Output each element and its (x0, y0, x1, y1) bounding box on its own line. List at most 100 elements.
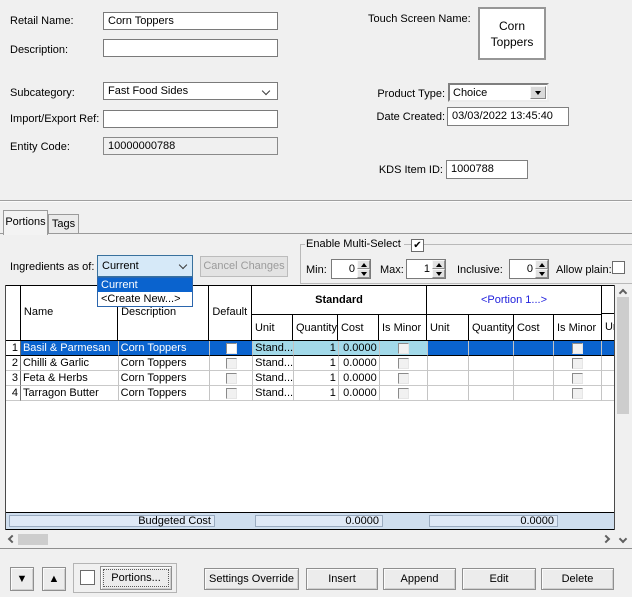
is-minor-checkbox[interactable] (398, 343, 409, 354)
allow-plain-checkbox[interactable] (612, 261, 625, 274)
cell-cost[interactable]: 0.0000 (339, 386, 380, 401)
is-minor-checkbox[interactable] (398, 388, 409, 399)
scroll-up-icon[interactable] (619, 289, 627, 297)
spin-up-button[interactable] (432, 260, 445, 269)
max-stepper[interactable]: 1 (406, 259, 446, 279)
scroll-down-icon[interactable] (619, 535, 627, 543)
is-minor-checkbox[interactable] (398, 373, 409, 384)
group-header-overflow (602, 286, 614, 314)
cell-name[interactable]: Chilli & Garlic (21, 356, 119, 371)
scroll-right-icon[interactable] (602, 535, 610, 543)
cell-quantity[interactable]: 1 (294, 371, 339, 386)
column-header-unit: Unit (252, 315, 293, 340)
cell-cost[interactable] (514, 356, 554, 371)
append-button[interactable]: Append (383, 568, 456, 590)
cell-name[interactable]: Basil & Parmesan (21, 341, 119, 356)
cell-overflow (602, 386, 614, 401)
cell-unit[interactable]: Stand... (253, 356, 294, 371)
cell-description[interactable]: Corn Toppers (119, 386, 211, 401)
subcategory-dropdown[interactable]: Fast Food Sides (103, 82, 278, 100)
import-export-ref-input[interactable] (103, 110, 278, 128)
cell-cost[interactable] (514, 371, 554, 386)
default-checkbox[interactable] (226, 358, 237, 369)
delete-button[interactable]: Delete (541, 568, 614, 590)
cell-quantity[interactable]: 1 (294, 356, 339, 371)
portions-button[interactable]: Portions... (100, 566, 172, 590)
cell-quantity[interactable]: 1 (294, 386, 339, 401)
cancel-changes-button[interactable]: Cancel Changes (200, 256, 288, 277)
cell-name[interactable]: Tarragon Butter (21, 386, 119, 401)
description-input[interactable] (103, 39, 278, 57)
cell-unit[interactable] (428, 356, 470, 371)
is-minor-checkbox[interactable] (572, 373, 583, 384)
cell-unit[interactable] (428, 341, 470, 356)
edit-button[interactable]: Edit (462, 568, 536, 590)
insert-button[interactable]: Insert (306, 568, 378, 590)
cell-description[interactable]: Corn Toppers (119, 341, 211, 356)
table-row[interactable]: 3 Feta & Herbs Corn Toppers Stand... 1 0… (6, 371, 614, 386)
is-minor-checkbox[interactable] (572, 358, 583, 369)
horizontal-scrollbar[interactable] (5, 532, 615, 547)
spin-up-button[interactable] (357, 260, 370, 269)
table-row[interactable]: 4 Tarragon Butter Corn Toppers Stand... … (6, 386, 614, 401)
default-checkbox[interactable] (226, 373, 237, 384)
product-type-dropdown[interactable]: Choice (448, 83, 549, 102)
min-stepper[interactable]: 0 (331, 259, 371, 279)
cell-quantity[interactable] (469, 341, 514, 356)
enable-multi-select-checkbox[interactable]: ✔ (411, 239, 424, 252)
column-header-quantity: Quantity (469, 315, 514, 340)
cell-overflow (602, 356, 614, 371)
cell-cost[interactable] (514, 386, 554, 401)
budgeted-cost-portion: 0.0000 (429, 515, 558, 527)
scroll-left-icon[interactable] (8, 535, 16, 543)
cell-quantity[interactable]: 1 (294, 341, 339, 356)
settings-override-button[interactable]: Settings Override (204, 568, 299, 590)
cell-unit[interactable] (428, 386, 470, 401)
cell-unit[interactable] (428, 371, 470, 386)
portions-checkbox[interactable] (80, 570, 95, 585)
vertical-scrollbar-thumb[interactable] (617, 297, 629, 414)
cell-quantity[interactable] (469, 371, 514, 386)
is-minor-checkbox[interactable] (398, 358, 409, 369)
caret-up-icon (539, 263, 545, 267)
cell-cost[interactable]: 0.0000 (339, 371, 380, 386)
cell-unit[interactable]: Stand... (253, 386, 294, 401)
tab-tags[interactable]: Tags (48, 214, 79, 234)
spin-up-button[interactable] (535, 260, 548, 269)
ingredients-dropdown-list: Current <Create New...> (97, 277, 193, 307)
retail-name-input[interactable] (103, 12, 278, 30)
cell-description[interactable]: Corn Toppers (119, 356, 211, 371)
table-row[interactable]: 2 Chilli & Garlic Corn Toppers Stand... … (6, 356, 614, 371)
spin-down-button[interactable] (535, 269, 548, 278)
ingredients-as-of-dropdown[interactable]: Current (97, 255, 193, 277)
cell-cost[interactable]: 0.0000 (339, 341, 380, 356)
dropdown-arrow-button[interactable] (530, 86, 546, 99)
default-checkbox[interactable] (226, 388, 237, 399)
vertical-scrollbar[interactable] (615, 285, 631, 547)
move-down-button[interactable]: ▼ (10, 567, 34, 591)
group-header-portion-1[interactable]: <Portion 1...> (427, 286, 602, 315)
cell-quantity[interactable] (469, 356, 514, 371)
inclusive-stepper[interactable]: 0 (509, 259, 549, 279)
touch-screen-name-preview[interactable]: Corn Toppers (478, 7, 546, 60)
move-up-button[interactable]: ▲ (42, 567, 66, 591)
cell-cost[interactable] (514, 341, 554, 356)
cell-unit[interactable]: Stand... (253, 371, 294, 386)
caret-down-icon (436, 272, 442, 276)
cell-quantity[interactable] (469, 386, 514, 401)
cell-description[interactable]: Corn Toppers (119, 371, 211, 386)
cell-cost[interactable]: 0.0000 (339, 356, 380, 371)
cell-name[interactable]: Feta & Herbs (21, 371, 119, 386)
is-minor-checkbox[interactable] (572, 388, 583, 399)
dropdown-option-current[interactable]: Current (98, 278, 192, 292)
default-checkbox[interactable] (226, 343, 237, 354)
spin-down-button[interactable] (432, 269, 445, 278)
spin-down-button[interactable] (357, 269, 370, 278)
table-row[interactable]: 1 Basil & Parmesan Corn Toppers Stand...… (6, 341, 614, 356)
cell-unit[interactable]: Stand... (253, 341, 294, 356)
is-minor-checkbox[interactable] (572, 343, 583, 354)
dropdown-option-create-new[interactable]: <Create New...> (98, 292, 192, 306)
max-value: 1 (407, 260, 432, 278)
tab-portions[interactable]: Portions (3, 210, 48, 235)
horizontal-scrollbar-thumb[interactable] (18, 534, 48, 545)
